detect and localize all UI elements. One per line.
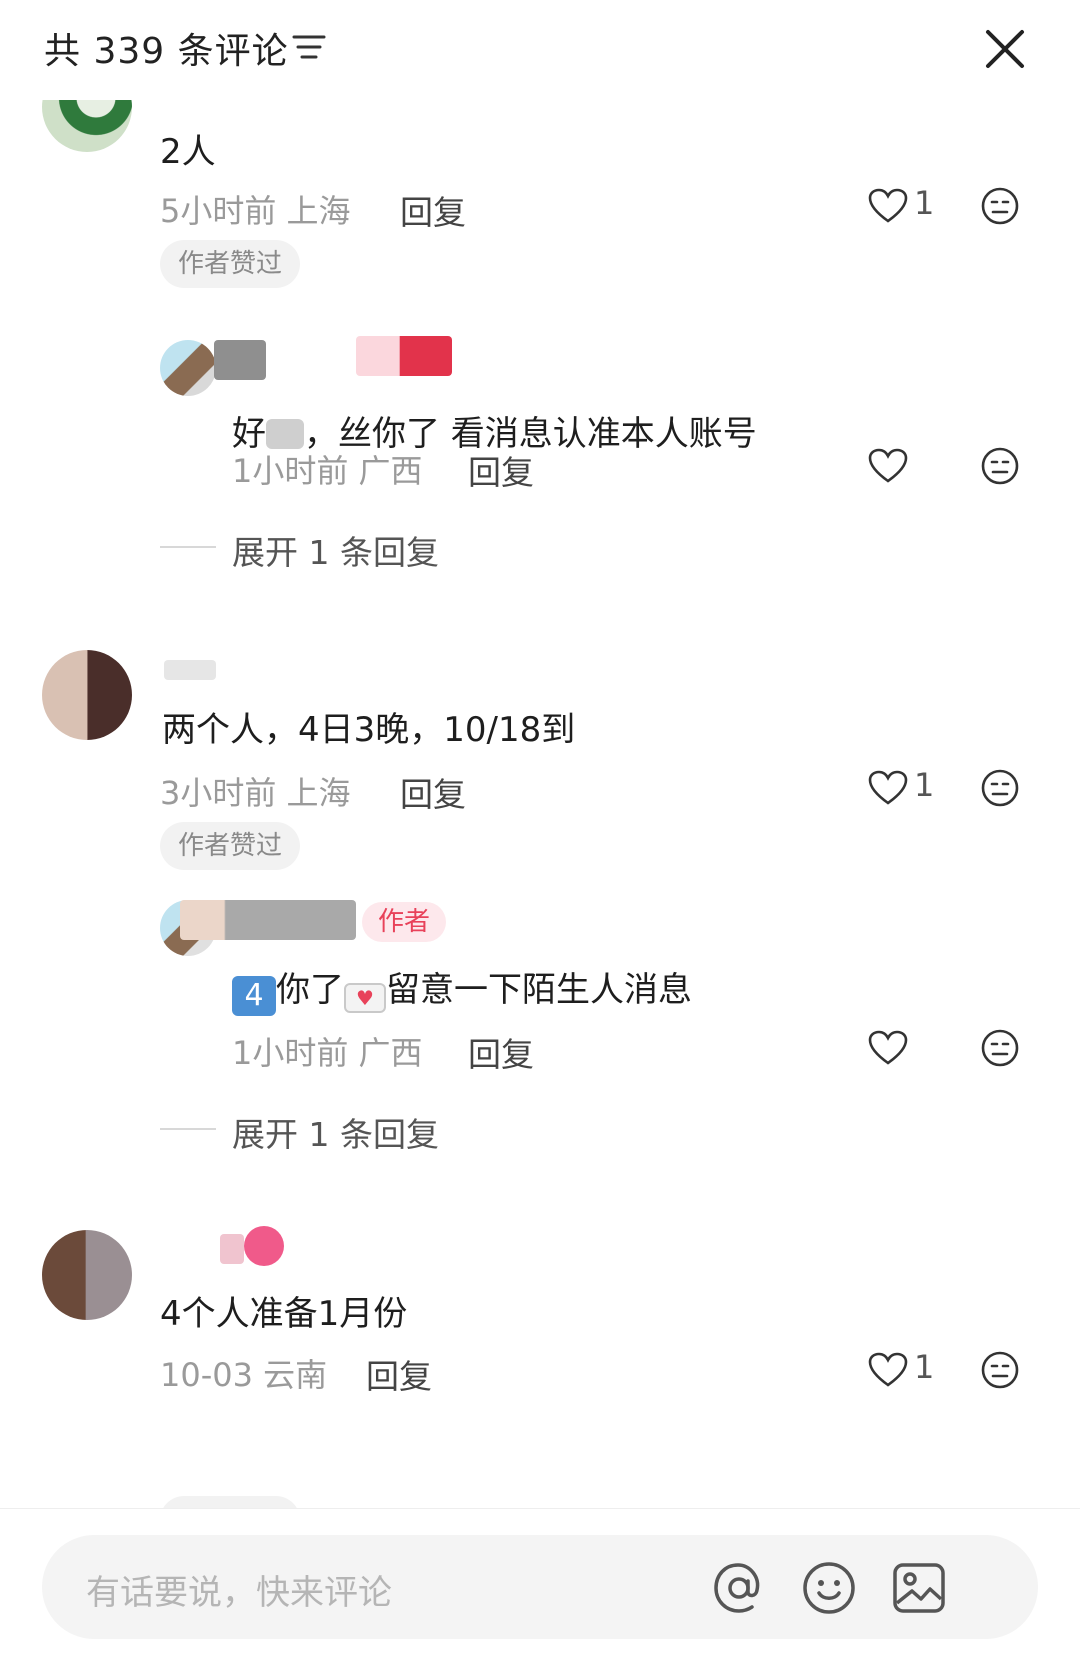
- heart-icon[interactable]: [868, 770, 908, 806]
- reply-time: 1小时前 广西: [232, 1034, 423, 1072]
- username: [220, 1234, 244, 1264]
- filter-icon[interactable]: [292, 32, 326, 62]
- comment-text: 两个人，4日3晚，10/18到: [162, 710, 576, 750]
- reply-button[interactable]: 回复: [400, 768, 466, 816]
- author-liked-badge: [160, 1496, 300, 1508]
- comment-text: 4个人准备1月份: [160, 1294, 408, 1334]
- smile-icon[interactable]: [800, 1559, 858, 1617]
- heart-icon[interactable]: [868, 448, 908, 484]
- like-count: 1: [914, 766, 935, 804]
- divider: [160, 546, 216, 548]
- expand-replies-button[interactable]: 展开 1 条回复: [232, 1108, 439, 1156]
- comment-text: 2人: [160, 132, 216, 172]
- reply-button[interactable]: 回复: [400, 186, 466, 234]
- input-placeholder: 有话要说，快来评论: [86, 1573, 392, 1613]
- emoji-icon[interactable]: [980, 768, 1020, 808]
- comment-input-bar: 有话要说，快来评论: [0, 1508, 1080, 1667]
- comment-count-title: 共 339 条评论: [44, 31, 289, 72]
- envelope-heart-emoji: ♥: [344, 983, 386, 1013]
- keycap-four-emoji: 4: [232, 976, 276, 1016]
- image-icon[interactable]: [890, 1559, 948, 1617]
- author-liked-badge: 作者赞过: [160, 240, 301, 288]
- two-hearts-emoji: [244, 1226, 284, 1266]
- like-count: 1: [914, 184, 935, 222]
- divider: [160, 1128, 216, 1130]
- avatar[interactable]: [42, 100, 132, 152]
- author-tag: 作者: [362, 902, 447, 942]
- reply-button[interactable]: 回复: [468, 1028, 534, 1076]
- heart-icon[interactable]: [868, 188, 908, 224]
- author-liked-badge: 作者赞过: [160, 822, 301, 870]
- comments-header: 共 339 条评论: [0, 0, 1080, 100]
- comment-input[interactable]: 有话要说，快来评论: [42, 1535, 1038, 1639]
- like-count: 1: [914, 1348, 935, 1386]
- redacted-text: [266, 419, 304, 449]
- reply-button[interactable]: 回复: [468, 446, 534, 494]
- emoji-icon[interactable]: [980, 186, 1020, 226]
- comment-time: 5小时前 上海: [160, 192, 351, 230]
- comment-time: 10-03 云南: [160, 1356, 328, 1394]
- reply-button[interactable]: 回复: [366, 1350, 432, 1398]
- reply-time: 1小时前 广西: [232, 452, 423, 490]
- close-icon[interactable]: [980, 24, 1030, 74]
- username: [180, 900, 356, 940]
- expand-replies-button[interactable]: 展开 1 条回复: [232, 526, 439, 574]
- heart-icon[interactable]: [868, 1352, 908, 1388]
- avatar[interactable]: [42, 650, 132, 740]
- username: [356, 336, 452, 376]
- reply-text: 4 你了 ♥ 留意一下陌生人消息: [232, 962, 692, 1016]
- at-icon[interactable]: [710, 1559, 768, 1617]
- emoji-icon[interactable]: [980, 1028, 1020, 1068]
- emoji-icon[interactable]: [980, 446, 1020, 486]
- avatar[interactable]: [42, 1230, 132, 1320]
- username: [214, 340, 266, 380]
- avatar[interactable]: [160, 340, 216, 396]
- comment-time: 3小时前 上海: [160, 774, 351, 812]
- comment-list[interactable]: 2人 5小时前 上海 回复 1 作者赞过 好，丝你了 看消息认准本人账号 1小时…: [0, 100, 1080, 1508]
- emoji-icon[interactable]: [980, 1350, 1020, 1390]
- heart-icon[interactable]: [868, 1030, 908, 1066]
- username: [164, 660, 216, 680]
